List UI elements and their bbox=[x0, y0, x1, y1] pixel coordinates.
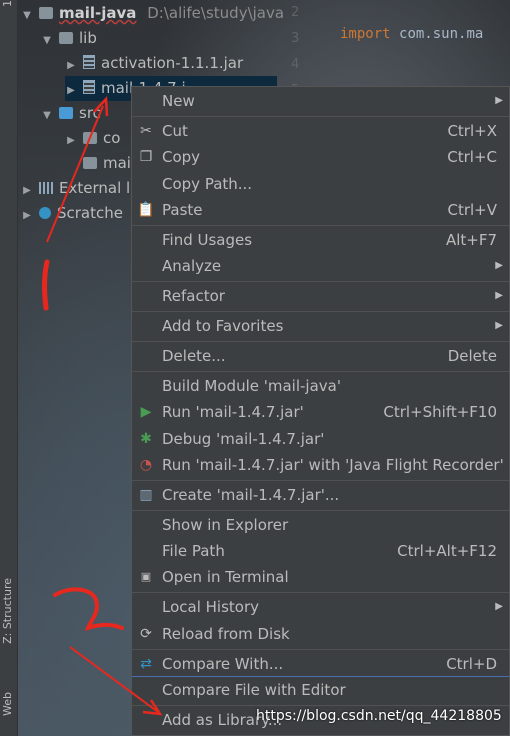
watermark: https://blog.csdn.net/qq_44218805 bbox=[256, 708, 502, 724]
annotation-mark-2 bbox=[53, 587, 124, 632]
annotation-arrow-line-2 bbox=[69, 646, 159, 713]
annotation-mark-1 bbox=[42, 259, 50, 311]
annotation-arrow-line-1 bbox=[46, 105, 104, 243]
annotation-layer bbox=[42, 95, 163, 716]
